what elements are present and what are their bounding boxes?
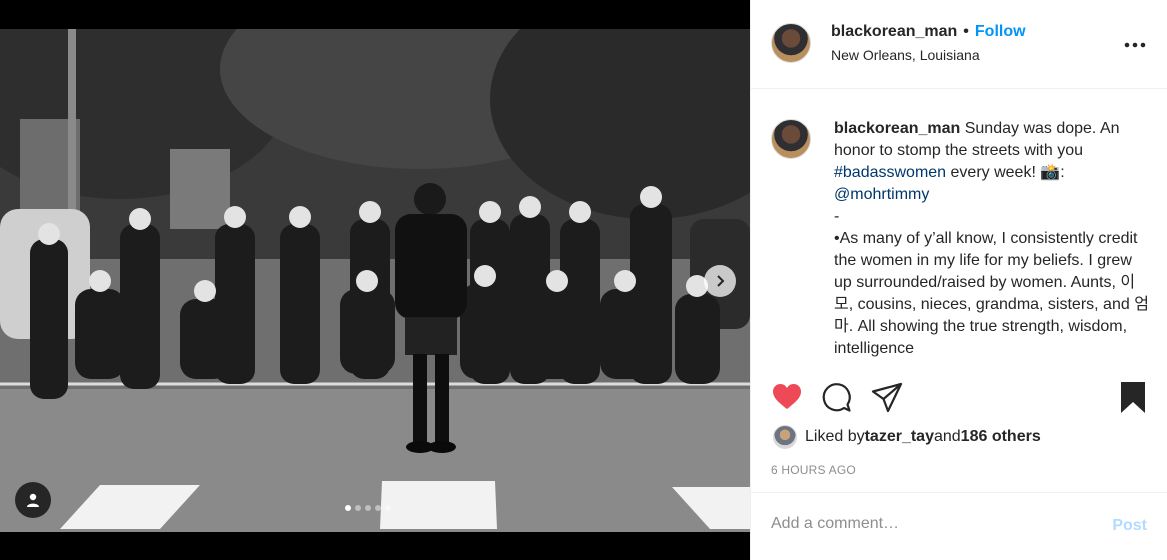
carousel-dot: [365, 505, 371, 511]
share-button[interactable]: [871, 376, 903, 425]
caption-section: blackorean_man Sunday was dope. An honor…: [751, 89, 1167, 359]
likes-middle: and: [933, 428, 961, 445]
post-comment-button[interactable]: Post: [1112, 517, 1147, 535]
carousel-dot: [385, 505, 391, 511]
comment-input[interactable]: [771, 515, 1091, 533]
likes-prefix: Liked by: [805, 428, 865, 445]
mention-link[interactable]: @mohrtimmy: [834, 186, 929, 203]
post-side-panel: blackorean_man • Follow New Orleans, Lou…: [750, 0, 1167, 560]
carousel-dot: [355, 505, 361, 511]
caption-body: •As many of y’all know, I consistently c…: [834, 230, 1149, 357]
instagram-post-modal: blackorean_man • Follow New Orleans, Lou…: [0, 0, 1167, 560]
tagged-users-button[interactable]: [15, 482, 51, 518]
liker-avatar[interactable]: [773, 425, 797, 449]
hashtag-link[interactable]: #badasswomen: [834, 164, 946, 181]
comment-icon: [822, 383, 851, 412]
chevron-right-icon: [717, 275, 725, 287]
caption-username-link[interactable]: blackorean_man: [834, 120, 960, 137]
likes-summary: Liked by tazer_tay and 186 others: [773, 424, 1041, 450]
carousel-next-button[interactable]: [704, 265, 736, 297]
liker-username-link[interactable]: tazer_tay: [865, 428, 934, 446]
author-avatar[interactable]: [771, 23, 811, 63]
caption-dash: -: [834, 208, 840, 225]
location-link[interactable]: New Orleans, Louisiana: [831, 47, 980, 63]
action-bar: [751, 376, 1167, 420]
post-photo: [0, 29, 750, 532]
caption-text: blackorean_man Sunday was dope. An honor…: [834, 118, 1149, 359]
share-icon: [871, 382, 903, 413]
bookmark-filled-icon: [1121, 382, 1145, 413]
save-button[interactable]: [1119, 376, 1147, 425]
heart-filled-icon: [773, 384, 801, 409]
separator-dot: •: [963, 23, 969, 40]
more-options-button[interactable]: [1123, 36, 1147, 48]
author-line: blackorean_man • Follow: [831, 23, 1026, 41]
carousel-dot: [345, 505, 351, 511]
caption-text-part: every week! 📸:: [946, 164, 1065, 181]
likes-count-link[interactable]: 186 others: [961, 428, 1041, 446]
carousel-dot: [375, 505, 381, 511]
like-button[interactable]: [771, 376, 803, 425]
post-timestamp[interactable]: 6 HOURS AGO: [771, 463, 856, 477]
comment-button[interactable]: [821, 376, 853, 425]
post-photo-area: [0, 0, 750, 560]
caption-author-avatar[interactable]: [771, 119, 811, 159]
post-header: blackorean_man • Follow New Orleans, Lou…: [751, 0, 1167, 89]
follow-button[interactable]: Follow: [975, 23, 1026, 41]
author-username-link[interactable]: blackorean_man: [831, 23, 957, 41]
comment-form: Post: [751, 492, 1167, 560]
carousel-indicator: [345, 505, 391, 511]
user-icon: [27, 493, 39, 507]
more-horizontal-icon: [1124, 42, 1146, 48]
